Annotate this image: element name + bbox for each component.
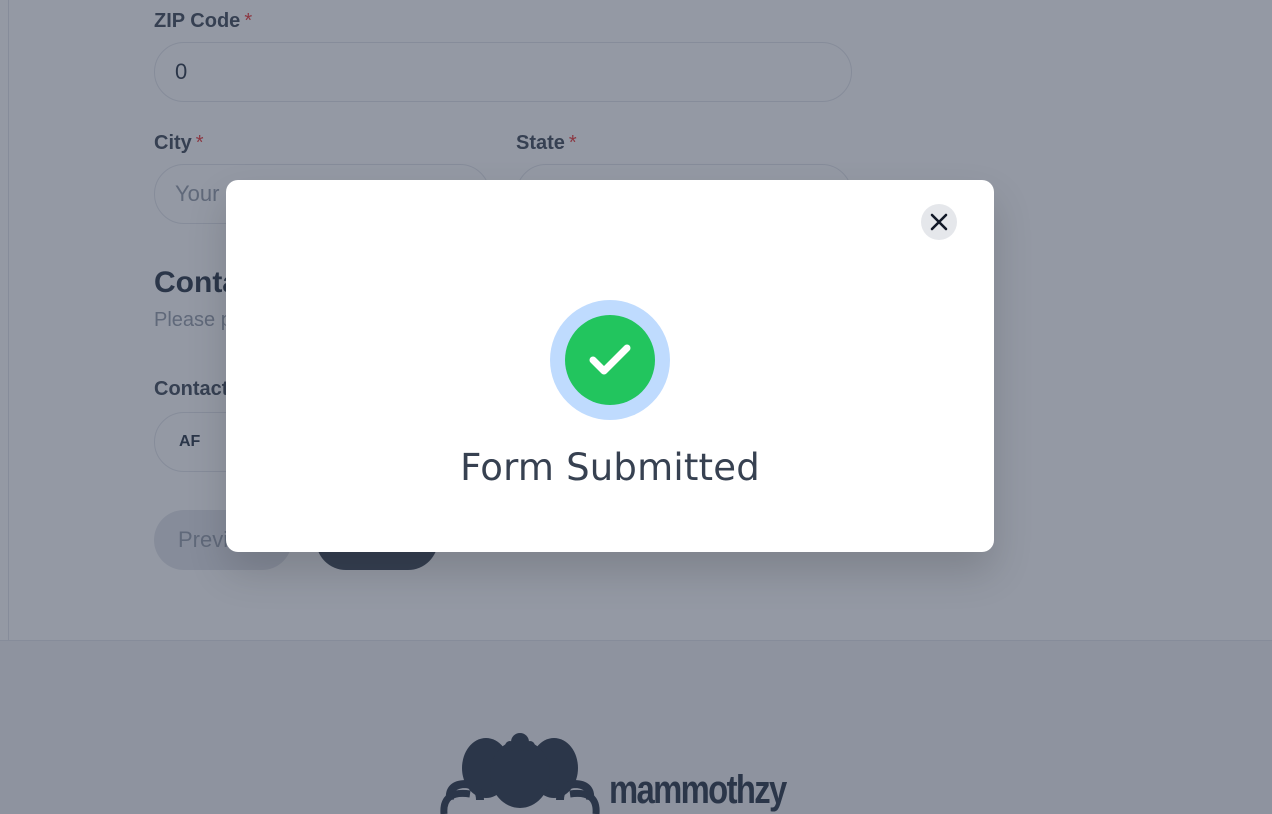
success-modal: Form Submitted [226,180,994,552]
close-button[interactable] [921,204,957,240]
close-icon [930,213,948,231]
checkmark-icon [589,344,631,375]
success-icon-ring [550,300,670,420]
modal-title: Form Submitted [460,446,760,489]
check-circle-icon [565,315,655,405]
